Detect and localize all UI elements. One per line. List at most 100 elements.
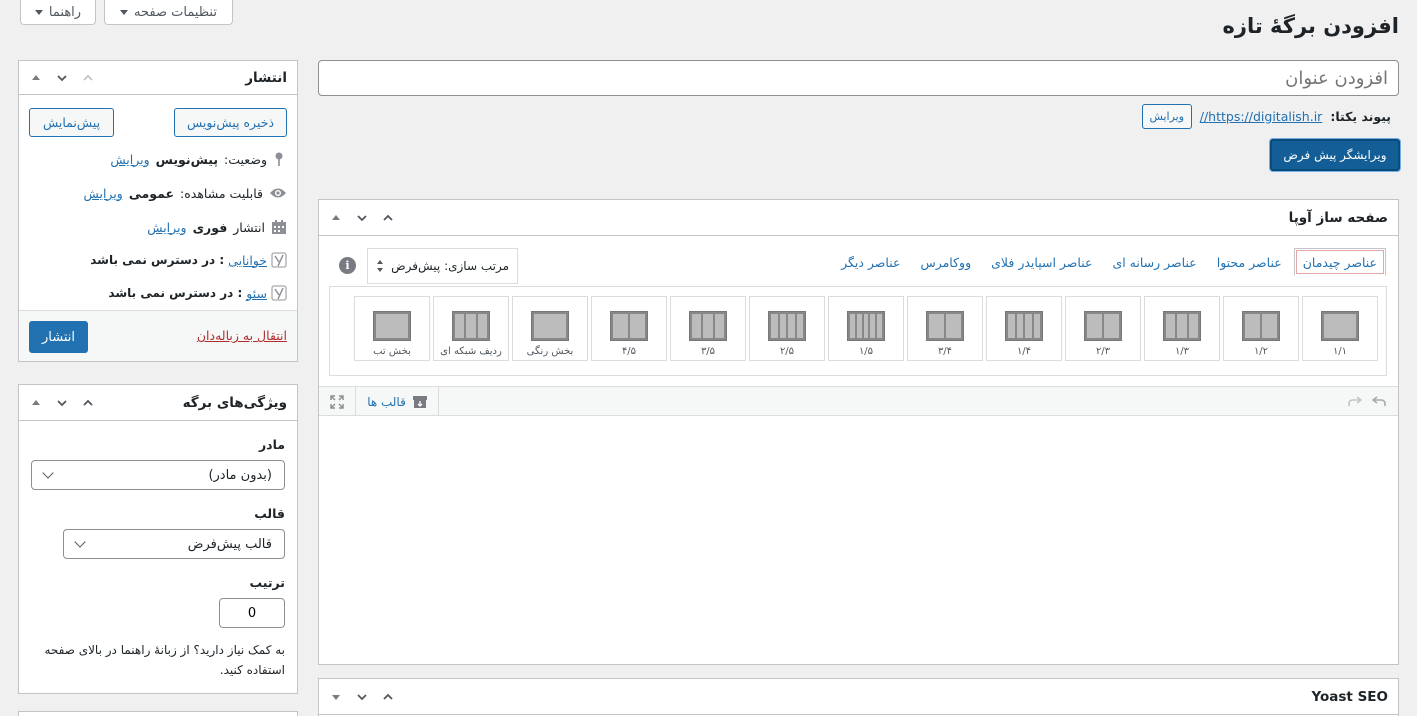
move-down-icon[interactable]: [329, 690, 343, 704]
updown-arrows-icon: [377, 260, 383, 272]
schedule-label: انتشار: [233, 219, 265, 235]
column-layout-icon: [531, 311, 569, 341]
seo-link[interactable]: سئو: [246, 286, 267, 301]
templates-button[interactable]: قالب ها: [357, 387, 439, 416]
status-value: پیش‌نویس: [155, 151, 219, 167]
builder-element-label: بخش رنگی: [526, 346, 574, 357]
builder-element[interactable]: ۲/۳: [1065, 296, 1141, 361]
parent-label: مادر: [258, 437, 285, 452]
caret-down-icon: [34, 9, 43, 15]
chevron-up-icon[interactable]: [381, 690, 395, 704]
builder-element[interactable]: ۴/۵: [591, 296, 667, 361]
save-draft-button[interactable]: ذخیره پیش‌نویس: [174, 108, 287, 137]
chevron-up-icon[interactable]: [381, 211, 395, 225]
archive-icon: [412, 395, 427, 408]
publish-controls: [29, 71, 95, 85]
move-to-trash-link[interactable]: انتقال به زباله‌دان: [197, 328, 287, 343]
sort-select[interactable]: مرتب سازی: پیش‌فرض: [367, 248, 518, 284]
page-attributes-controls: [29, 396, 95, 410]
tab-layout-elements[interactable]: عناصر چیدمان: [1293, 248, 1386, 276]
fullscreen-icon[interactable]: [319, 387, 356, 416]
builder-element-label: ۳/۵: [700, 346, 716, 357]
status-edit-link[interactable]: ویرایش: [110, 152, 149, 167]
pin-icon: [275, 152, 283, 166]
chevron-down-icon[interactable]: [355, 211, 369, 225]
seo-value: : در دسترس نمی باشد: [108, 286, 243, 300]
builder-element-label: بخش تب: [373, 346, 411, 357]
title-input[interactable]: [318, 60, 1399, 96]
move-up-icon[interactable]: [29, 71, 43, 85]
builder-element[interactable]: ۱/۳: [1144, 296, 1220, 361]
page-attributes-title: ویژگی‌های برگه: [182, 394, 287, 411]
template-label: قالب: [254, 506, 285, 521]
page-builder-controls: [329, 211, 395, 225]
builder-element[interactable]: ردیف شبکه ای: [433, 296, 509, 361]
chevron-down-icon: [74, 536, 86, 548]
redo-icon[interactable]: [1348, 394, 1363, 408]
builder-element[interactable]: ۱/۱: [1302, 296, 1378, 361]
builder-tabs: عناصر چیدمان عناصر محتوا عناصر رسانه ای …: [833, 248, 1386, 276]
column-layout-icon: [1242, 311, 1280, 341]
builder-element[interactable]: ۱/۴: [986, 296, 1062, 361]
chevron-up-icon[interactable]: [81, 396, 95, 410]
builder-element-label: ۱/۲: [1253, 346, 1269, 357]
tab-woocommerce[interactable]: ووکامرس: [912, 248, 979, 276]
yoast-icon: [271, 285, 287, 301]
publish-actions: انتقال به زباله‌دان انتشار: [19, 310, 297, 361]
builder-element[interactable]: ۱/۲: [1223, 296, 1299, 361]
builder-element[interactable]: ۳/۵: [670, 296, 746, 361]
column-layout-icon: [1084, 311, 1122, 341]
visibility-value: عمومی: [128, 185, 174, 201]
builder-element-label: ۱/۴: [1016, 346, 1032, 357]
permalink-label: پیوند یکتا:: [1330, 108, 1391, 124]
move-up-icon[interactable]: [329, 211, 343, 225]
builder-canvas[interactable]: [319, 416, 1398, 664]
builder-element-label: ۲/۳: [1095, 346, 1111, 357]
permalink-url[interactable]: https://digitalish.ir//: [1200, 109, 1323, 124]
caret-down-icon: [120, 9, 129, 15]
chevron-down-icon[interactable]: [55, 71, 69, 85]
publish-button[interactable]: انتشار: [29, 321, 88, 353]
builder-element-label: ۴/۵: [621, 346, 637, 357]
tab-content-elements[interactable]: عناصر محتوا: [1209, 248, 1290, 276]
chevron-down-icon[interactable]: [355, 690, 369, 704]
tab-spiderfly-elements[interactable]: عناصر اسپایدر فلای: [983, 248, 1100, 276]
chevron-up-icon[interactable]: [81, 71, 95, 85]
info-icon[interactable]: i: [339, 257, 356, 274]
elements-panel: ۱/۱ ۱/۲ ۱/۳ ۲/۳ ۱/۴ ۳/۴ ۱/۵ ۲/۵ ۳/۵ ۴/۵ بخش رنگی رد…: [329, 286, 1387, 376]
tab-media-elements[interactable]: عناصر رسانه ای: [1104, 248, 1204, 276]
next-sidebar-box-edge: [18, 711, 298, 716]
readability-link[interactable]: خوانایی: [228, 253, 267, 268]
tab-other-elements[interactable]: عناصر دیگر: [833, 248, 908, 276]
yoast-controls: [329, 690, 395, 704]
parent-select[interactable]: (بدون مادر): [31, 460, 285, 490]
schedule-edit-link[interactable]: ویرایش: [147, 220, 186, 235]
yoast-header: Yoast SEO: [319, 679, 1398, 715]
builder-element[interactable]: بخش رنگی: [512, 296, 588, 361]
builder-element[interactable]: ۳/۴: [907, 296, 983, 361]
builder-element[interactable]: ۲/۵: [749, 296, 825, 361]
calendar-icon: [272, 220, 286, 234]
page-attributes-header: ویژگی‌های برگه: [19, 385, 297, 421]
builder-element[interactable]: ۱/۵: [828, 296, 904, 361]
visibility-label: قابلیت مشاهده:: [180, 185, 263, 201]
template-select[interactable]: قالب پیش‌فرض: [63, 529, 285, 559]
column-layout-icon: [926, 311, 964, 341]
template-select-value: قالب پیش‌فرض: [187, 536, 272, 552]
publish-header: انتشار: [19, 61, 297, 95]
chevron-down-icon[interactable]: [55, 396, 69, 410]
column-layout-icon: [452, 311, 490, 341]
column-layout-icon: [768, 311, 806, 341]
builder-element[interactable]: بخش تب: [354, 296, 430, 361]
permalink-edit-button[interactable]: ویرایش: [1141, 103, 1192, 129]
eye-icon: [270, 188, 286, 198]
move-up-icon[interactable]: [29, 396, 43, 410]
help-tab-button[interactable]: راهنما: [20, 0, 96, 25]
page-builder-header: صفحه ساز آوپا: [319, 200, 1398, 236]
undo-icon[interactable]: [1371, 394, 1386, 408]
screen-options-button[interactable]: تنظیمات صفحه: [104, 0, 233, 25]
visibility-edit-link[interactable]: ویرایش: [84, 186, 123, 201]
default-editor-button[interactable]: ویرایشگر پیش فرض: [1270, 139, 1400, 171]
preview-button[interactable]: پیش‌نمایش: [29, 108, 114, 137]
order-input[interactable]: [219, 598, 285, 628]
